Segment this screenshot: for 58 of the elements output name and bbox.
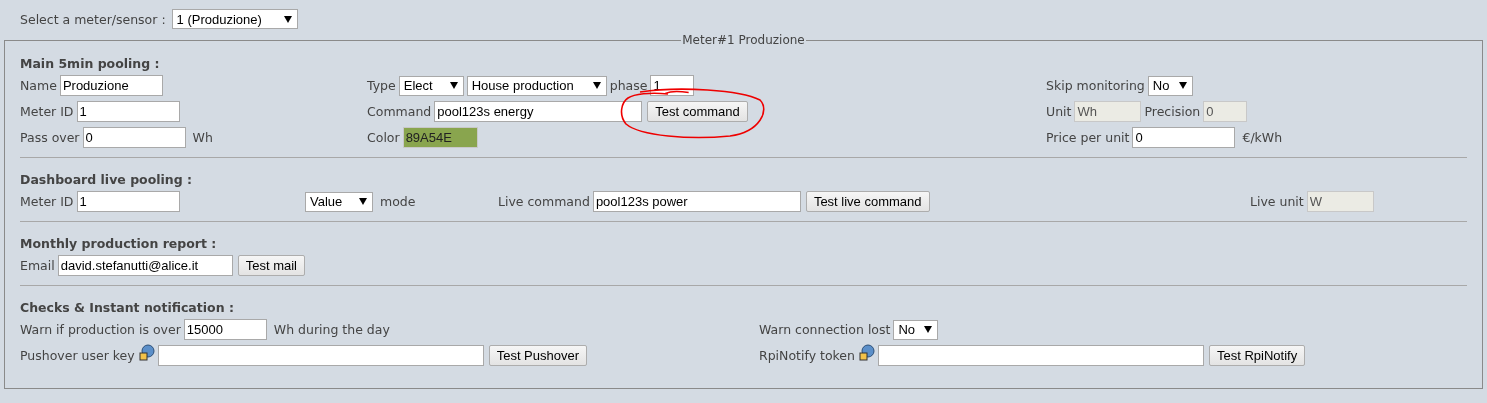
section-title: Dashboard live pooling : xyxy=(20,171,194,189)
field-label: Command xyxy=(367,104,432,119)
field-label: Type xyxy=(367,78,396,93)
section-title: Checks & Instant notification : xyxy=(20,299,235,317)
caret-icon xyxy=(449,82,458,89)
field-label: Pass over xyxy=(20,130,80,145)
field-label: Warn if production is over xyxy=(20,322,181,337)
color-field[interactable]: 89A54E xyxy=(402,127,478,148)
field-label: Color xyxy=(367,130,400,145)
text-field[interactable]: 0 xyxy=(1132,127,1236,148)
unit-label: mode xyxy=(380,194,416,209)
unit-label: Wh during the day xyxy=(273,322,390,337)
selector-label: Select a meter/sensor : xyxy=(20,11,166,27)
caret-icon xyxy=(1178,82,1187,89)
caret-icon xyxy=(592,82,601,89)
dropdown[interactable]: Value xyxy=(305,191,373,212)
text-field[interactable]: david.stefanutti@alice.it xyxy=(57,255,233,276)
test-button[interactable]: Test command xyxy=(647,101,748,122)
text-field[interactable]: 0 xyxy=(82,127,186,148)
section-title: Monthly production report : xyxy=(20,235,218,253)
text-field[interactable]: Produzione xyxy=(59,75,163,96)
field-label: Live command xyxy=(498,194,590,209)
caret-icon xyxy=(283,15,292,23)
field-label: Pushover user key xyxy=(20,348,135,363)
text-field[interactable]: 1 xyxy=(76,101,180,122)
field-label: phase xyxy=(609,78,648,93)
caret-icon xyxy=(359,198,367,205)
field-label: Meter ID xyxy=(20,194,74,209)
test-button[interactable]: Test RpiNotify xyxy=(1209,345,1306,366)
field-label: Precision xyxy=(1144,104,1201,119)
dropdown[interactable]: No xyxy=(1147,75,1193,96)
group-title: Meter#1 Produzione xyxy=(681,33,806,47)
dropdown[interactable]: 1 (Produzione) xyxy=(171,9,298,29)
dropdown[interactable]: House production xyxy=(466,75,607,96)
text-field[interactable]: pool123s energy xyxy=(434,101,643,122)
field-label: Skip monitoring xyxy=(1046,78,1145,93)
text-field[interactable]: pool123s power xyxy=(592,191,801,212)
caret-icon xyxy=(924,326,933,333)
text-field[interactable] xyxy=(878,345,1204,366)
field-label: Live unit xyxy=(1250,194,1304,209)
unit-label: Wh xyxy=(192,130,213,145)
text-field[interactable]: 1 xyxy=(76,191,180,212)
dropdown[interactable]: Elect xyxy=(398,75,464,96)
field-label: Name xyxy=(20,78,57,93)
field-label: Email xyxy=(20,258,55,273)
test-button[interactable]: Test live command xyxy=(805,191,930,212)
field-label: Price per unit xyxy=(1046,130,1130,145)
test-button[interactable]: Test Pushover xyxy=(488,345,588,366)
field-label: Unit xyxy=(1046,104,1072,119)
field-label: Warn connection lost xyxy=(759,322,891,337)
test-button[interactable]: Test mail xyxy=(237,255,305,276)
section-title: Main 5min pooling : xyxy=(20,55,161,73)
unit-label: €/kWh xyxy=(1242,130,1283,145)
field-label: RpiNotify token xyxy=(759,348,855,363)
text-field[interactable]: 15000 xyxy=(183,319,267,340)
dropdown[interactable]: No xyxy=(893,319,939,340)
text-field[interactable] xyxy=(157,345,484,366)
field-label: Meter ID xyxy=(20,104,74,119)
